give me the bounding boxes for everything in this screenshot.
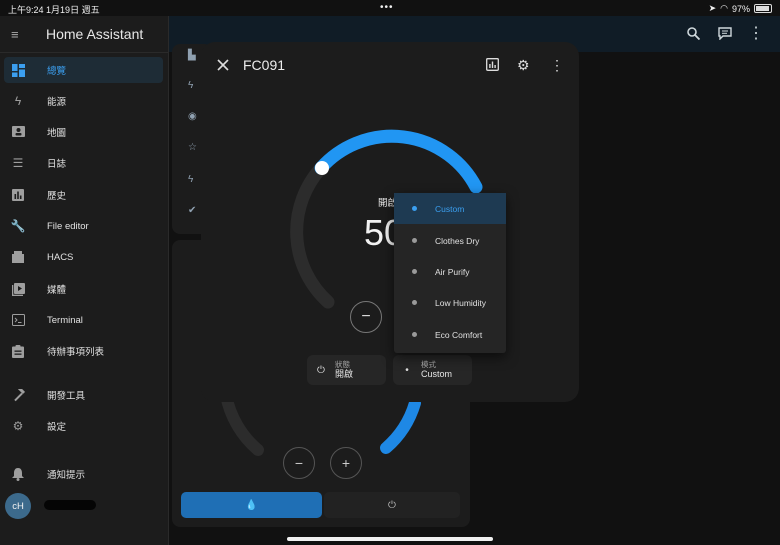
check-circle-icon: ✔ <box>188 205 197 216</box>
bell-icon <box>11 467 25 481</box>
mode-option-air-purify[interactable]: Air Purify <box>394 256 506 287</box>
multitask-dots[interactable]: ••• <box>380 2 394 13</box>
battery-percent: 97% <box>731 3 750 14</box>
sidebar-item-label: 總覽 <box>47 66 67 77</box>
chart-line-icon: ▙ <box>188 50 196 61</box>
search-icon[interactable] <box>686 26 700 40</box>
sidebar-item-todo[interactable]: 待辦事項列表 <box>4 338 163 364</box>
mode-chip-value: Custom <box>421 369 453 379</box>
mode-option-low-humidity[interactable]: Low Humidity <box>394 287 506 318</box>
sidebar-item-energy[interactable]: ϟ 能源 <box>4 88 163 114</box>
sidebar-item-label: 歷史 <box>47 191 67 202</box>
dashboard-icon <box>11 63 25 77</box>
hacs-icon <box>11 250 25 264</box>
media-icon <box>11 282 25 296</box>
sidebar-item-notifications[interactable]: 通知提示 <box>4 461 163 487</box>
sidebar-item-label: File editor <box>47 220 89 232</box>
sidebar-item-label: 設定 <box>47 422 67 433</box>
lightning-icon: ϟ <box>188 174 194 185</box>
eye-icon: ◉ <box>188 111 197 122</box>
gear-icon: ⚙ <box>12 419 24 433</box>
map-person-icon <box>11 125 25 139</box>
list-icon: ☰ <box>12 156 24 170</box>
sidebar-item-history[interactable]: 歷史 <box>4 182 163 208</box>
sidebar-item-terminal[interactable]: Terminal <box>4 307 163 333</box>
location-icon: ➤ <box>708 3 717 13</box>
power-button[interactable]: ⏻ <box>324 492 460 518</box>
history-chart-icon[interactable] <box>486 58 500 72</box>
minus-button[interactable]: − <box>350 301 382 333</box>
sidebar-item-map[interactable]: 地圖 <box>4 119 163 145</box>
sidebar-item-label: Terminal <box>47 314 83 326</box>
state-chip-label: 狀態 <box>335 360 350 369</box>
sidebar-item-label: 地圖 <box>47 128 67 139</box>
bullet-icon <box>412 238 417 243</box>
clipboard-icon <box>11 344 25 358</box>
humidity-mode-button[interactable]: 💧 <box>181 492 322 518</box>
state-chip[interactable]: ⏻ 狀態 開啟 <box>307 355 386 385</box>
hammer-icon <box>11 388 25 402</box>
sidebar-item-developer-tools[interactable]: 開發工具 <box>4 382 163 408</box>
wrench-icon: 🔧 <box>10 219 26 233</box>
redacted-username <box>44 500 96 510</box>
dialog-title: FC091 <box>243 57 286 73</box>
status-right: ➤ ◠ 97% <box>709 3 772 14</box>
lightning-icon: ϟ <box>14 94 22 108</box>
assist-chat-icon[interactable] <box>718 26 732 40</box>
app-title: Home Assistant <box>46 26 144 42</box>
avatar[interactable]: cH <box>5 493 31 519</box>
sidebar-item-label: HACS <box>47 251 74 263</box>
battery-icon <box>754 4 772 13</box>
close-icon[interactable] <box>217 58 231 72</box>
lightning-icon: ϟ <box>188 80 194 91</box>
state-chip-value: 開啟 <box>335 369 354 379</box>
menu-collapse-icon[interactable]: ≡ <box>11 27 27 42</box>
bullet-icon <box>412 332 417 337</box>
mode-option-eco-comfort[interactable]: Eco Comfort <box>394 319 506 350</box>
sidebar-item-label: 日誌 <box>47 159 67 170</box>
sidebar-item-label: 待辦事項列表 <box>47 347 105 358</box>
star-icon: ☆ <box>188 142 197 153</box>
sidebar-header: ≡ Home Assistant <box>0 16 168 53</box>
mode-dropdown-menu: Custom Clothes Dry Air Purify Low Humidi… <box>394 193 506 353</box>
dialog-overflow-icon[interactable]: ⋮ <box>550 58 564 72</box>
status-time-date: 上午9:24 1月19日 週五 <box>8 5 100 15</box>
sidebar-item-file-editor[interactable]: 🔧 File editor <box>4 213 163 239</box>
sidebar-item-label: 開發工具 <box>47 391 86 402</box>
mode-chip[interactable]: • 模式 Custom <box>393 355 472 385</box>
sidebar-item-label: 能源 <box>47 97 67 108</box>
ios-status-bar: 上午9:24 1月19日 週五 ••• ➤ ◠ 97% <box>0 0 780 16</box>
mode-option-custom[interactable]: Custom <box>394 193 506 224</box>
sidebar-item-logbook[interactable]: ☰ 日誌 <box>4 150 163 176</box>
bullet-icon <box>412 206 417 211</box>
sidebar-item-hacs[interactable]: HACS <box>4 244 163 270</box>
settings-gear-icon[interactable]: ⚙ <box>517 58 531 72</box>
background-plus-button[interactable]: + <box>330 447 362 479</box>
power-icon: ⏻ <box>317 364 325 376</box>
mode-bullet-icon: • <box>405 364 409 376</box>
sidebar-item-settings[interactable]: ⚙ 設定 <box>4 413 163 439</box>
terminal-icon <box>11 313 25 327</box>
wifi-icon: ◠ <box>720 3 728 13</box>
sidebar-item-label: 媒體 <box>47 285 67 296</box>
home-indicator[interactable] <box>287 537 493 541</box>
bullet-icon <box>412 300 417 305</box>
sidebar-item-overview[interactable]: 總覽 <box>4 57 163 83</box>
chart-icon <box>11 188 25 202</box>
background-minus-button[interactable]: − <box>283 447 315 479</box>
power-icon: ⏻ <box>388 499 396 511</box>
sidebar-item-label: 通知提示 <box>47 470 86 481</box>
sidebar-item-media[interactable]: 媒體 <box>4 276 163 302</box>
mode-option-clothes-dry[interactable]: Clothes Dry <box>394 225 506 256</box>
overflow-menu-icon[interactable]: ⋮ <box>748 25 764 42</box>
bullet-icon <box>412 269 417 274</box>
water-drop-icon: 💧 <box>245 499 258 511</box>
mode-chip-label: 模式 <box>421 360 436 369</box>
